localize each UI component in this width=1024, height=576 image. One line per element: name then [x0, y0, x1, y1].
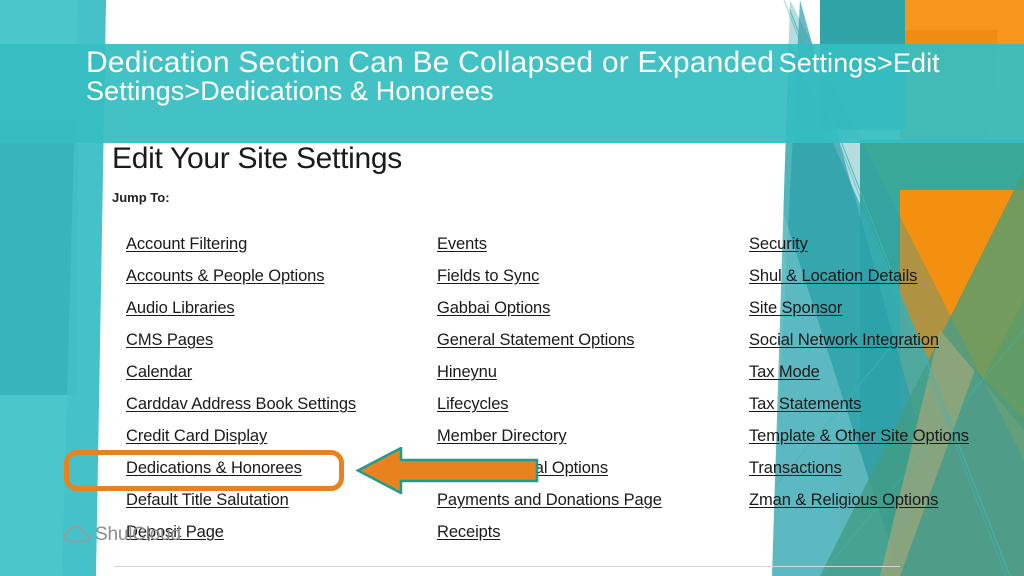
jump-link[interactable]: Transactions [749, 457, 1024, 489]
jump-link[interactable]: CMS Pages [126, 329, 426, 361]
shulcloud-logo: ShulCloud [63, 524, 181, 546]
jump-link[interactable]: Security [749, 233, 1024, 265]
jump-link[interactable]: Accounts & People Options [126, 265, 426, 297]
jump-link[interactable]: Site Sponsor [749, 297, 1024, 329]
jump-to-column-3: Security Shul & Location Details Site Sp… [749, 233, 1024, 521]
slide-canvas: Dedication Section Can Be Collapsed or E… [0, 0, 1024, 576]
jump-link[interactable]: Lifecycles [437, 393, 737, 425]
jump-link[interactable]: Tax Mode [749, 361, 1024, 393]
jump-link[interactable]: Events [437, 233, 737, 265]
jump-link[interactable]: Social Network Integration [749, 329, 1024, 361]
slide-title-main: Dedication Section Can Be Collapsed or E… [86, 46, 775, 79]
shulcloud-logo-text: ShulCloud [95, 524, 181, 545]
jump-link[interactable]: Carddav Address Book Settings [126, 393, 426, 425]
page-title: Edit Your Site Settings [112, 142, 402, 175]
jump-link[interactable]: Tax Statements [749, 393, 1024, 425]
jump-link[interactable]: Audio Libraries [126, 297, 426, 329]
jump-link[interactable]: Account Filtering [126, 233, 426, 265]
pointer-arrow-icon [355, 447, 539, 494]
slide-title: Dedication Section Can Be Collapsed or E… [86, 48, 986, 105]
jump-link[interactable]: Calendar [126, 361, 426, 393]
jump-link[interactable]: Fields to Sync [437, 265, 737, 297]
jump-link[interactable]: Receipts [437, 521, 737, 553]
jump-link[interactable]: Template & Other Site Options [749, 425, 1024, 457]
jump-link[interactable]: Shul & Location Details [749, 265, 1024, 297]
jump-to-column-2: Events Fields to Sync Gabbai Options Gen… [437, 233, 737, 553]
jump-to-label: Jump To: [112, 190, 170, 205]
jump-link[interactable]: Hineynu [437, 361, 737, 393]
callout-highlight-box [64, 450, 344, 491]
bottom-divider [114, 566, 900, 567]
jump-link[interactable]: General Statement Options [437, 329, 737, 361]
jump-to-column-1: Account Filtering Accounts & People Opti… [126, 233, 426, 553]
jump-link[interactable]: Zman & Religious Options [749, 489, 1024, 521]
cloud-icon [63, 525, 90, 543]
jump-link[interactable]: Gabbai Options [437, 297, 737, 329]
